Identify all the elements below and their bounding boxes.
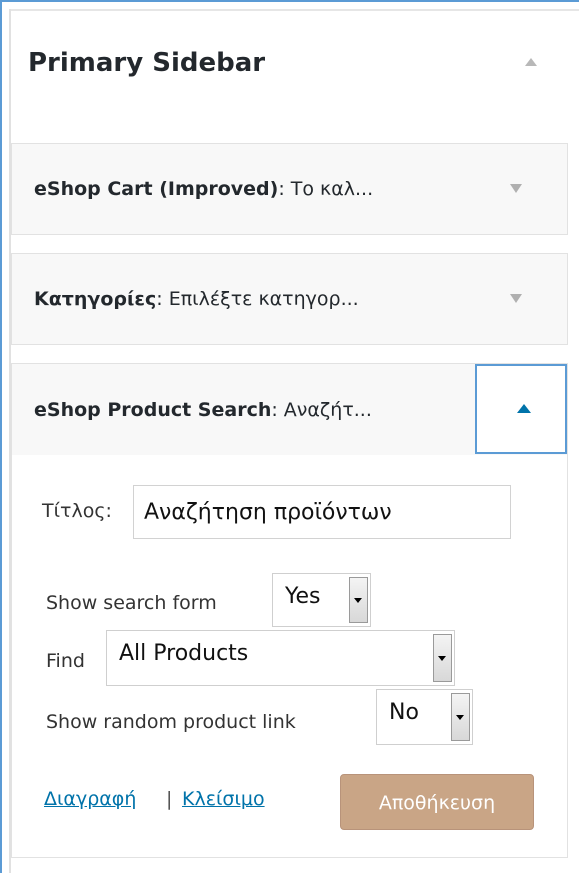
show-search-select[interactable]: Yes [272, 573, 371, 627]
show-search-label: Show search form [46, 592, 217, 614]
expand-widget-icon[interactable] [510, 294, 522, 303]
delete-link[interactable]: Διαγραφή [44, 788, 136, 810]
find-select[interactable]: All Products [106, 630, 455, 686]
collapse-sidebar-icon[interactable] [525, 58, 537, 66]
widget-desc: : Αναζήτ... [271, 399, 372, 421]
select-value: All Products [119, 641, 249, 666]
dropdown-arrow-icon [433, 634, 452, 682]
widget-desc: : Επιλέξτε κατηγορ... [156, 288, 359, 310]
expand-widget-icon[interactable] [510, 184, 522, 193]
select-value: Yes [285, 584, 321, 609]
widget-title: Κατηγορίες: Επιλέξτε κατηγορ... [34, 288, 359, 310]
widget-name: Κατηγορίες [34, 288, 157, 310]
panel-divider [9, 9, 579, 11]
widget-desc: : Το καλ... [278, 178, 374, 200]
random-link-select[interactable]: No [376, 689, 473, 745]
link-separator: | [166, 788, 173, 810]
select-value: No [389, 700, 419, 725]
random-link-label: Show random product link [46, 711, 296, 733]
title-input[interactable] [133, 485, 511, 539]
close-link[interactable]: Κλείσιμο [182, 788, 265, 810]
dropdown-arrow-icon [349, 577, 368, 623]
save-button[interactable]: Αποθήκευση [340, 774, 534, 830]
find-label: Find [46, 650, 85, 672]
widget-title: eShop Product Search: Αναζήτ... [34, 399, 372, 421]
chevron-up-icon [517, 404, 531, 413]
widget-name: eShop Cart (Improved) [34, 178, 279, 200]
widget-title: eShop Cart (Improved): Το καλ... [34, 178, 373, 200]
widget-name: eShop Product Search [34, 399, 272, 421]
dropdown-arrow-icon [451, 693, 470, 741]
sidebar-title: Primary Sidebar [28, 48, 266, 78]
title-label: Τίτλος: [42, 500, 112, 522]
collapse-widget-button[interactable] [475, 364, 567, 454]
